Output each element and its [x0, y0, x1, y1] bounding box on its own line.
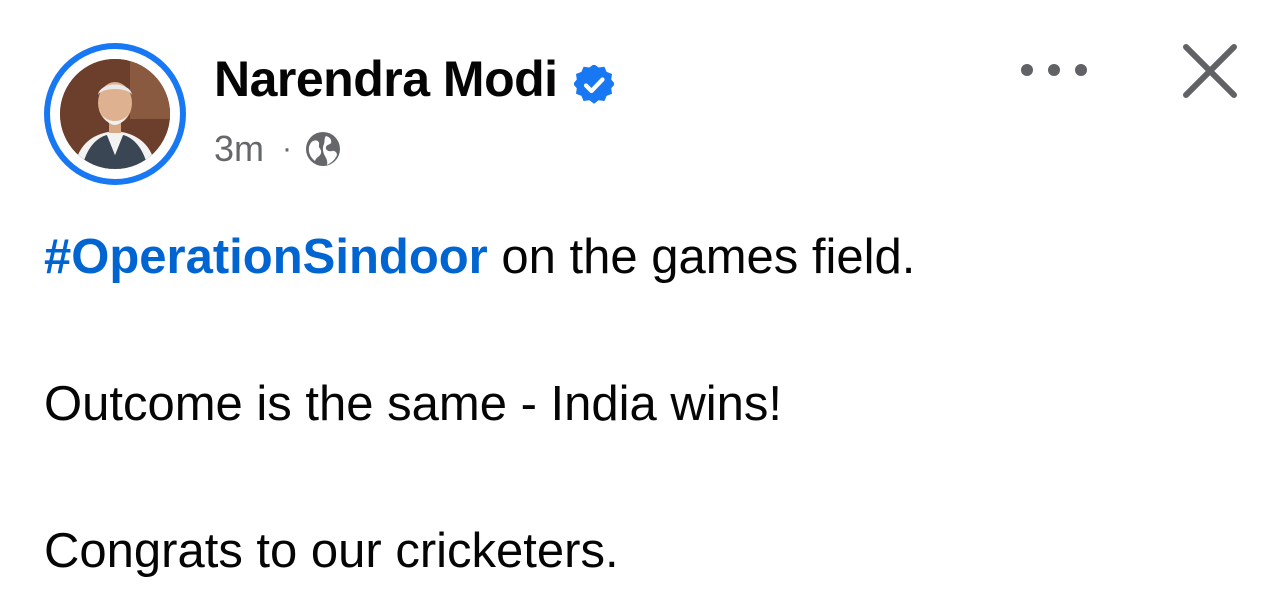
more-dots-icon: [1021, 64, 1087, 76]
post-line-1-text: on the games field.: [487, 230, 916, 284]
close-button[interactable]: [1172, 36, 1248, 106]
globe-icon[interactable]: [304, 130, 342, 168]
close-icon: [1183, 44, 1237, 98]
avatar[interactable]: [60, 59, 170, 169]
post-line-2: Outcome is the same - India wins!: [44, 377, 783, 431]
post-timestamp[interactable]: 3m: [214, 128, 264, 170]
author-name[interactable]: Narendra Modi: [214, 48, 615, 110]
profile-photo: [60, 59, 170, 169]
post-line-1: #OperationSindoor on the games field.: [44, 222, 1244, 292]
more-options-button[interactable]: [1012, 50, 1096, 90]
verified-badge-icon: [572, 59, 615, 104]
author-name-label[interactable]: Narendra Modi: [214, 50, 558, 108]
post-header: Narendra Modi 3m ·: [0, 0, 1280, 200]
meta-separator: ·: [282, 132, 293, 165]
hashtag-link[interactable]: #OperationSindoor: [44, 230, 488, 284]
avatar-story-ring[interactable]: [44, 43, 186, 185]
post-line-3: Congrats to our cricketers.: [44, 524, 619, 578]
post-meta: 3m ·: [214, 126, 342, 172]
post-text: #OperationSindoor on the games field. Ou…: [44, 222, 1244, 586]
